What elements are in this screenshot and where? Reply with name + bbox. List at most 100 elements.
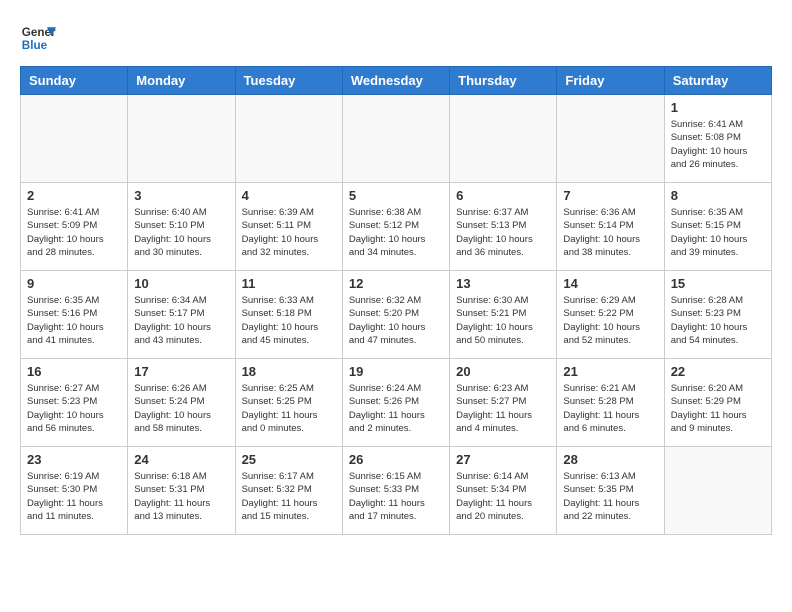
day-info: Sunrise: 6:41 AM Sunset: 5:09 PM Dayligh… <box>27 206 121 259</box>
calendar-cell: 14Sunrise: 6:29 AM Sunset: 5:22 PM Dayli… <box>557 271 664 359</box>
day-header-saturday: Saturday <box>664 67 771 95</box>
day-number: 16 <box>27 364 121 379</box>
day-header-tuesday: Tuesday <box>235 67 342 95</box>
day-number: 17 <box>134 364 228 379</box>
day-number: 22 <box>671 364 765 379</box>
calendar-cell: 20 Sunrise: 6:23 AM Sunset: 5:27 PM Dayli… <box>450 359 557 447</box>
day-header-monday: Monday <box>128 67 235 95</box>
calendar-cell <box>557 95 664 183</box>
calendar-cell: 19 Sunrise: 6:24 AM Sunset: 5:26 PM Dayli… <box>342 359 449 447</box>
week-row-4: 16 Sunrise: 6:27 AM Sunset: 5:23 PM Dayli… <box>21 359 772 447</box>
day-number: 20 <box>456 364 550 379</box>
calendar-cell: 12Sunrise: 6:32 AM Sunset: 5:20 PM Dayli… <box>342 271 449 359</box>
calendar-cell <box>128 95 235 183</box>
day-number: 23 <box>27 452 121 467</box>
calendar-table: SundayMondayTuesdayWednesdayThursdayFrid… <box>20 66 772 535</box>
day-info: Sunrise: 6:37 AM Sunset: 5:13 PM Dayligh… <box>456 206 550 259</box>
calendar-cell: 9Sunrise: 6:35 AM Sunset: 5:16 PM Daylig… <box>21 271 128 359</box>
day-number: 8 <box>671 188 765 203</box>
day-number: 26 <box>349 452 443 467</box>
day-info: Sunrise: 6:17 AM Sunset: 5:32 PM Dayligh… <box>242 470 336 523</box>
day-info: Sunrise: 6:26 AM Sunset: 5:24 PM Dayligh… <box>134 382 228 435</box>
day-info: Sunrise: 6:40 AM Sunset: 5:10 PM Dayligh… <box>134 206 228 259</box>
day-info: Sunrise: 6:34 AM Sunset: 5:17 PM Dayligh… <box>134 294 228 347</box>
calendar-cell: 25 Sunrise: 6:17 AM Sunset: 5:32 PM Dayli… <box>235 447 342 535</box>
week-row-3: 9Sunrise: 6:35 AM Sunset: 5:16 PM Daylig… <box>21 271 772 359</box>
day-info: Sunrise: 6:24 AM Sunset: 5:26 PM Dayligh… <box>349 382 443 435</box>
calendar-cell: 6 Sunrise: 6:37 AM Sunset: 5:13 PM Daylig… <box>450 183 557 271</box>
day-info: Sunrise: 6:20 AM Sunset: 5:29 PM Dayligh… <box>671 382 765 435</box>
day-info: Sunrise: 6:27 AM Sunset: 5:23 PM Dayligh… <box>27 382 121 435</box>
day-number: 3 <box>134 188 228 203</box>
calendar-cell: 5 Sunrise: 6:38 AM Sunset: 5:12 PM Daylig… <box>342 183 449 271</box>
day-number: 2 <box>27 188 121 203</box>
day-info: Sunrise: 6:23 AM Sunset: 5:27 PM Dayligh… <box>456 382 550 435</box>
svg-text:Blue: Blue <box>22 39 48 52</box>
calendar-cell: 13 Sunrise: 6:30 AM Sunset: 5:21 PM Dayli… <box>450 271 557 359</box>
calendar-cell: 28Sunrise: 6:13 AM Sunset: 5:35 PM Dayli… <box>557 447 664 535</box>
day-number: 25 <box>242 452 336 467</box>
calendar-cell: 21Sunrise: 6:21 AM Sunset: 5:28 PM Dayli… <box>557 359 664 447</box>
day-number: 12 <box>349 276 443 291</box>
day-number: 6 <box>456 188 550 203</box>
calendar-cell: 27 Sunrise: 6:14 AM Sunset: 5:34 PM Dayli… <box>450 447 557 535</box>
day-info: Sunrise: 6:18 AM Sunset: 5:31 PM Dayligh… <box>134 470 228 523</box>
day-number: 4 <box>242 188 336 203</box>
day-header-friday: Friday <box>557 67 664 95</box>
day-number: 5 <box>349 188 443 203</box>
day-info: Sunrise: 6:35 AM Sunset: 5:15 PM Dayligh… <box>671 206 765 259</box>
day-info: Sunrise: 6:25 AM Sunset: 5:25 PM Dayligh… <box>242 382 336 435</box>
day-number: 10 <box>134 276 228 291</box>
day-number: 15 <box>671 276 765 291</box>
logo: General Blue <box>20 20 56 56</box>
day-header-wednesday: Wednesday <box>342 67 449 95</box>
day-info: Sunrise: 6:28 AM Sunset: 5:23 PM Dayligh… <box>671 294 765 347</box>
calendar-cell <box>235 95 342 183</box>
day-header-sunday: Sunday <box>21 67 128 95</box>
day-info: Sunrise: 6:21 AM Sunset: 5:28 PM Dayligh… <box>563 382 657 435</box>
day-number: 24 <box>134 452 228 467</box>
calendar-cell: 4 Sunrise: 6:39 AM Sunset: 5:11 PM Daylig… <box>235 183 342 271</box>
day-number: 19 <box>349 364 443 379</box>
day-info: Sunrise: 6:29 AM Sunset: 5:22 PM Dayligh… <box>563 294 657 347</box>
day-header-thursday: Thursday <box>450 67 557 95</box>
calendar-cell: 18 Sunrise: 6:25 AM Sunset: 5:25 PM Dayli… <box>235 359 342 447</box>
day-info: Sunrise: 6:19 AM Sunset: 5:30 PM Dayligh… <box>27 470 121 523</box>
days-header-row: SundayMondayTuesdayWednesdayThursdayFrid… <box>21 67 772 95</box>
day-number: 1 <box>671 100 765 115</box>
day-number: 11 <box>242 276 336 291</box>
day-info: Sunrise: 6:14 AM Sunset: 5:34 PM Dayligh… <box>456 470 550 523</box>
day-info: Sunrise: 6:30 AM Sunset: 5:21 PM Dayligh… <box>456 294 550 347</box>
day-info: Sunrise: 6:15 AM Sunset: 5:33 PM Dayligh… <box>349 470 443 523</box>
day-info: Sunrise: 6:38 AM Sunset: 5:12 PM Dayligh… <box>349 206 443 259</box>
calendar-cell: 22 Sunrise: 6:20 AM Sunset: 5:29 PM Dayli… <box>664 359 771 447</box>
calendar-cell: 17 Sunrise: 6:26 AM Sunset: 5:24 PM Dayli… <box>128 359 235 447</box>
calendar-cell: 10 Sunrise: 6:34 AM Sunset: 5:17 PM Dayli… <box>128 271 235 359</box>
calendar-cell: 1 Sunrise: 6:41 AM Sunset: 5:08 PM Daylig… <box>664 95 771 183</box>
calendar-cell: 11 Sunrise: 6:33 AM Sunset: 5:18 PM Dayli… <box>235 271 342 359</box>
week-row-2: 2 Sunrise: 6:41 AM Sunset: 5:09 PM Daylig… <box>21 183 772 271</box>
calendar-cell <box>21 95 128 183</box>
calendar-cell <box>342 95 449 183</box>
week-row-5: 23 Sunrise: 6:19 AM Sunset: 5:30 PM Dayli… <box>21 447 772 535</box>
day-number: 27 <box>456 452 550 467</box>
header: General Blue <box>20 20 772 56</box>
calendar-cell <box>664 447 771 535</box>
calendar-cell <box>450 95 557 183</box>
calendar-cell: 8 Sunrise: 6:35 AM Sunset: 5:15 PM Daylig… <box>664 183 771 271</box>
calendar-cell: 24 Sunrise: 6:18 AM Sunset: 5:31 PM Dayli… <box>128 447 235 535</box>
day-info: Sunrise: 6:36 AM Sunset: 5:14 PM Dayligh… <box>563 206 657 259</box>
day-number: 13 <box>456 276 550 291</box>
day-info: Sunrise: 6:41 AM Sunset: 5:08 PM Dayligh… <box>671 118 765 171</box>
calendar-cell: 15 Sunrise: 6:28 AM Sunset: 5:23 PM Dayli… <box>664 271 771 359</box>
calendar-cell: 23 Sunrise: 6:19 AM Sunset: 5:30 PM Dayli… <box>21 447 128 535</box>
logo-icon: General Blue <box>20 20 56 56</box>
day-info: Sunrise: 6:39 AM Sunset: 5:11 PM Dayligh… <box>242 206 336 259</box>
day-info: Sunrise: 6:33 AM Sunset: 5:18 PM Dayligh… <box>242 294 336 347</box>
day-number: 7 <box>563 188 657 203</box>
day-number: 9 <box>27 276 121 291</box>
day-info: Sunrise: 6:13 AM Sunset: 5:35 PM Dayligh… <box>563 470 657 523</box>
day-number: 18 <box>242 364 336 379</box>
calendar-cell: 16 Sunrise: 6:27 AM Sunset: 5:23 PM Dayli… <box>21 359 128 447</box>
calendar-cell: 2 Sunrise: 6:41 AM Sunset: 5:09 PM Daylig… <box>21 183 128 271</box>
